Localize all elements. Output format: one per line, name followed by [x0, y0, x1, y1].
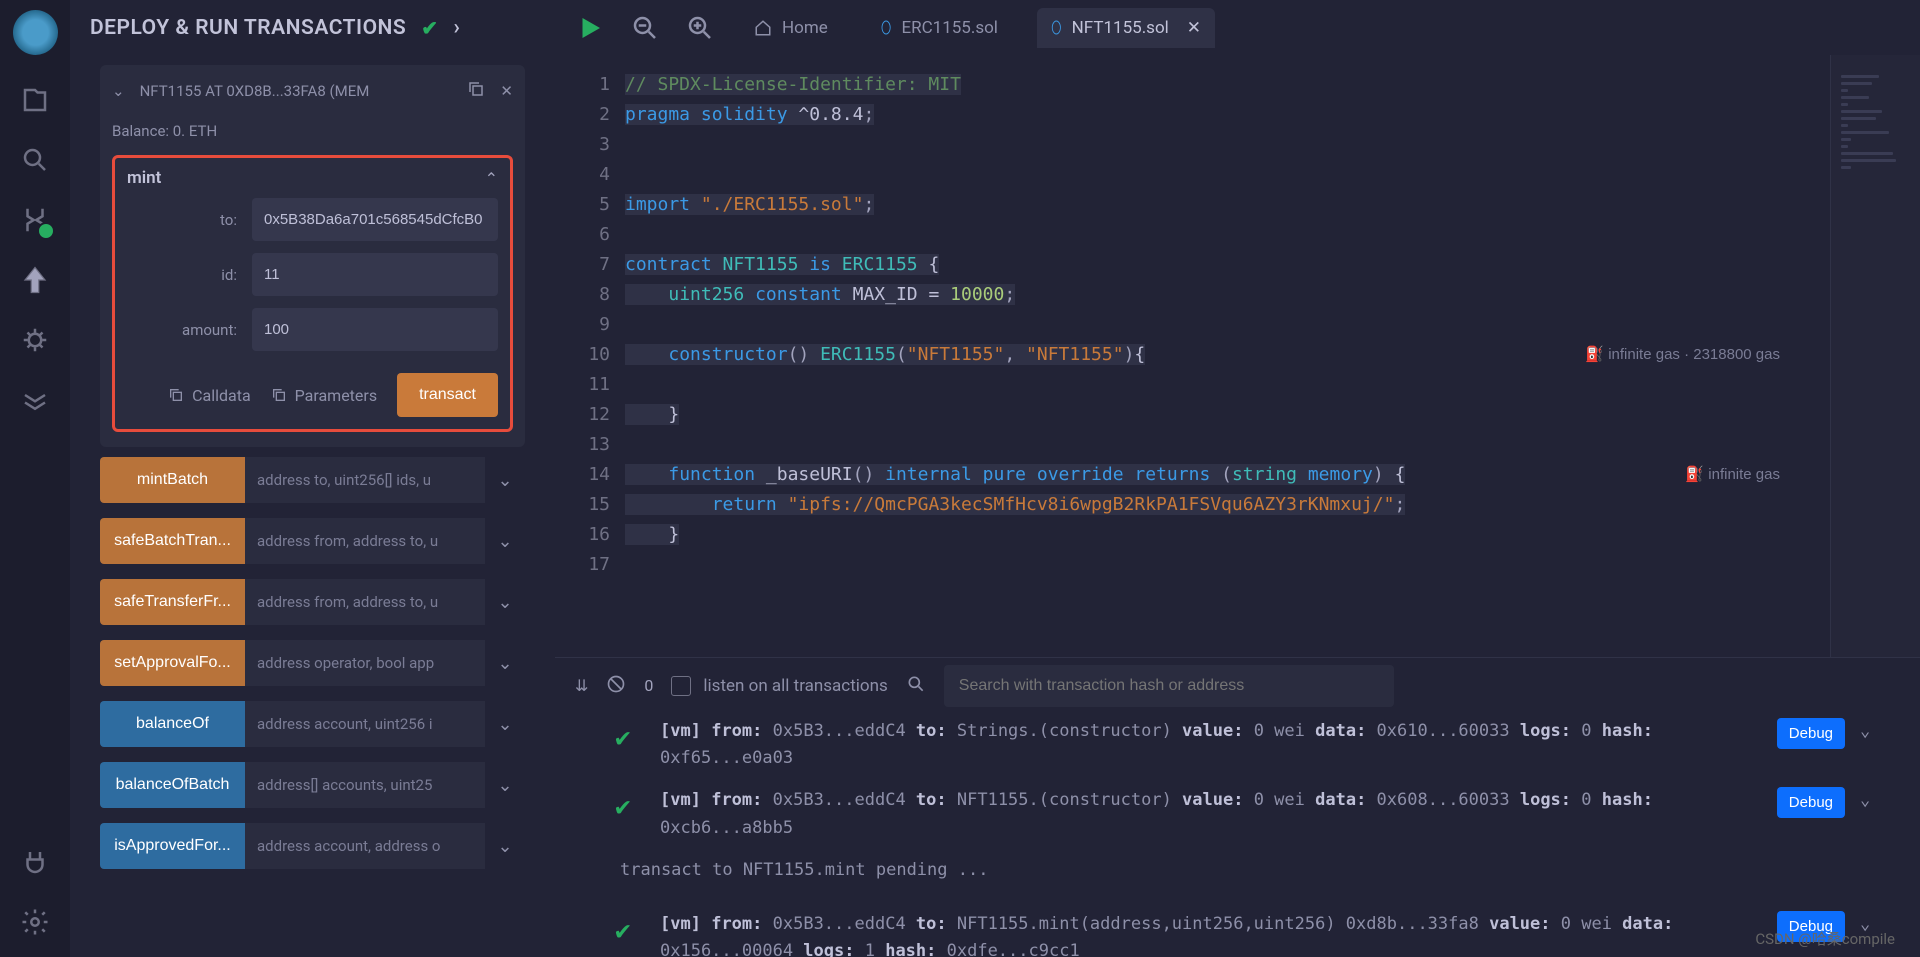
pending-count: 0	[644, 676, 653, 695]
close-tab-icon[interactable]: ✕	[1187, 18, 1201, 38]
fn-button-mintBatch[interactable]: mintBatch	[100, 457, 245, 503]
fn-args[interactable]: address account, uint256 i	[245, 701, 485, 747]
fn-args[interactable]: address[] accounts, uint25	[245, 762, 485, 808]
icon-sidebar	[0, 0, 70, 957]
log-entry[interactable]: ✔ [vm] from: 0x5B3...eddC4 to: Strings.(…	[615, 718, 1890, 772]
panel-title: DEPLOY & RUN TRANSACTIONS	[90, 16, 406, 40]
expand-icon[interactable]: ⌄	[1860, 718, 1890, 745]
tab-nft1155[interactable]: ⬯NFT1155.sol✕	[1037, 8, 1215, 48]
expand-icon[interactable]: ⌄	[485, 640, 525, 686]
clear-icon[interactable]	[606, 674, 626, 698]
main-area: Home ⬯ERC1155.sol ⬯NFT1155.sol✕ 12345678…	[555, 0, 1920, 957]
log-entry[interactable]: ✔ [vm] from: 0x5B3...eddC4 to: NFT1155.(…	[615, 787, 1890, 841]
fn-args[interactable]: address account, address o	[245, 823, 485, 869]
fn-args[interactable]: address from, address to, u	[245, 579, 485, 625]
file-explorer-icon[interactable]	[20, 85, 50, 115]
term-search-input[interactable]	[944, 665, 1394, 707]
fn-button-safeTransferFr[interactable]: safeTransferFr...	[100, 579, 245, 625]
panel-header: DEPLOY & RUN TRANSACTIONS ✔ ›	[70, 0, 555, 55]
expand-icon[interactable]: ⌄	[485, 762, 525, 808]
debugger-icon[interactable]	[20, 325, 50, 355]
fn-args[interactable]: address operator, bool app	[245, 640, 485, 686]
chevron-right-icon[interactable]: ›	[454, 16, 461, 40]
debug-button[interactable]: Debug	[1777, 787, 1845, 818]
mint-title: mint	[127, 168, 161, 188]
function-row: safeTransferFr...address from, address t…	[100, 579, 525, 625]
function-row: setApprovalFo...address operator, bool a…	[100, 640, 525, 686]
expand-icon[interactable]: ⌄	[485, 579, 525, 625]
plugin-icon[interactable]	[20, 847, 50, 877]
log-entry[interactable]: ✔ [vm] from: 0x5B3...eddC4 to: NFT1155.m…	[615, 911, 1890, 957]
debug-button[interactable]: Debug	[1777, 718, 1845, 749]
function-row: isApprovedFor...address account, address…	[100, 823, 525, 869]
expand-icon[interactable]: ⌄	[485, 701, 525, 747]
check-icon: ✔	[421, 16, 438, 40]
mint-function-box: mint ⌃ to: id: amount: Calldata Par	[112, 155, 513, 432]
listen-toggle[interactable]: listen on all transactions	[671, 676, 887, 696]
fn-args[interactable]: address to, uint256[] ids, u	[245, 457, 485, 503]
scroll-bottom-icon[interactable]: ⇊	[575, 676, 588, 695]
function-row: mintBatchaddress to, uint256[] ids, u⌄	[100, 457, 525, 503]
terminal: ⇊ 0 listen on all transactions ✔ [vm] fr…	[555, 657, 1920, 957]
compiler-icon[interactable]	[20, 205, 50, 235]
balance-text: Balance: 0. ETH	[112, 122, 513, 140]
calldata-button[interactable]: Calldata	[168, 386, 251, 405]
deployed-contract: ⌄ NFT1155 AT 0XD8B...33FA8 (MEM ✕ Balanc…	[100, 65, 525, 447]
run-icon[interactable]	[575, 13, 605, 43]
tab-home[interactable]: Home	[740, 8, 842, 48]
terminal-logs[interactable]: ✔ [vm] from: 0x5B3...eddC4 to: Strings.(…	[555, 713, 1920, 957]
expand-icon[interactable]: ⌄	[1860, 787, 1890, 814]
expand-icon[interactable]: ⌄	[485, 823, 525, 869]
code-content: // SPDX-License-Identifier: MIT pragma s…	[625, 55, 1830, 657]
expand-icon[interactable]: ⌄	[485, 457, 525, 503]
collapse-icon[interactable]: ⌃	[485, 169, 498, 188]
chevron-down-icon[interactable]: ⌄	[112, 82, 125, 100]
function-row: balanceOfaddress account, uint256 i⌄	[100, 701, 525, 747]
amount-label: amount:	[127, 321, 252, 339]
amount-input[interactable]	[252, 308, 498, 351]
fn-button-balanceOf[interactable]: balanceOf	[100, 701, 245, 747]
expand-icon[interactable]: ⌄	[485, 518, 525, 564]
chevrons-icon[interactable]	[20, 385, 50, 415]
line-gutter: 1234567891011121314151617	[555, 55, 625, 657]
id-label: id:	[127, 266, 252, 284]
copy-icon[interactable]	[467, 80, 485, 102]
to-label: to:	[127, 211, 252, 229]
parameters-button[interactable]: Parameters	[271, 386, 377, 405]
contract-title: NFT1155 AT 0XD8B...33FA8 (MEM	[140, 82, 453, 100]
zoom-in-icon[interactable]	[685, 13, 715, 43]
success-icon: ✔	[615, 787, 645, 829]
fn-args[interactable]: address from, address to, u	[245, 518, 485, 564]
success-icon: ✔	[615, 718, 645, 760]
tabs-bar: Home ⬯ERC1155.sol ⬯NFT1155.sol✕	[555, 0, 1920, 55]
to-input[interactable]	[252, 198, 498, 241]
code-editor[interactable]: 1234567891011121314151617 // SPDX-Licens…	[555, 55, 1920, 657]
fn-button-isApprovedFor[interactable]: isApprovedFor...	[100, 823, 245, 869]
search-icon[interactable]	[20, 145, 50, 175]
term-search-icon[interactable]	[906, 674, 926, 698]
success-icon: ✔	[615, 911, 645, 953]
pending-text: transact to NFT1155.mint pending ...	[615, 857, 1890, 884]
minimap[interactable]	[1830, 55, 1920, 657]
tab-erc1155[interactable]: ⬯ERC1155.sol	[867, 8, 1012, 48]
fn-button-balanceOfBatch[interactable]: balanceOfBatch	[100, 762, 245, 808]
fn-button-safeBatchTran[interactable]: safeBatchTran...	[100, 518, 245, 564]
fn-button-setApprovalFo[interactable]: setApprovalFo...	[100, 640, 245, 686]
deploy-icon[interactable]	[20, 265, 50, 295]
settings-icon[interactable]	[20, 907, 50, 937]
remix-logo[interactable]	[13, 10, 58, 55]
function-row: balanceOfBatchaddress[] accounts, uint25…	[100, 762, 525, 808]
transact-button[interactable]: transact	[397, 373, 498, 417]
deploy-panel: DEPLOY & RUN TRANSACTIONS ✔ › ⌄ NFT1155 …	[70, 0, 555, 957]
id-input[interactable]	[252, 253, 498, 296]
watermark: CSDN @哈桑compile	[1755, 928, 1895, 949]
zoom-out-icon[interactable]	[630, 13, 660, 43]
close-icon[interactable]: ✕	[500, 82, 513, 100]
function-row: safeBatchTran...address from, address to…	[100, 518, 525, 564]
